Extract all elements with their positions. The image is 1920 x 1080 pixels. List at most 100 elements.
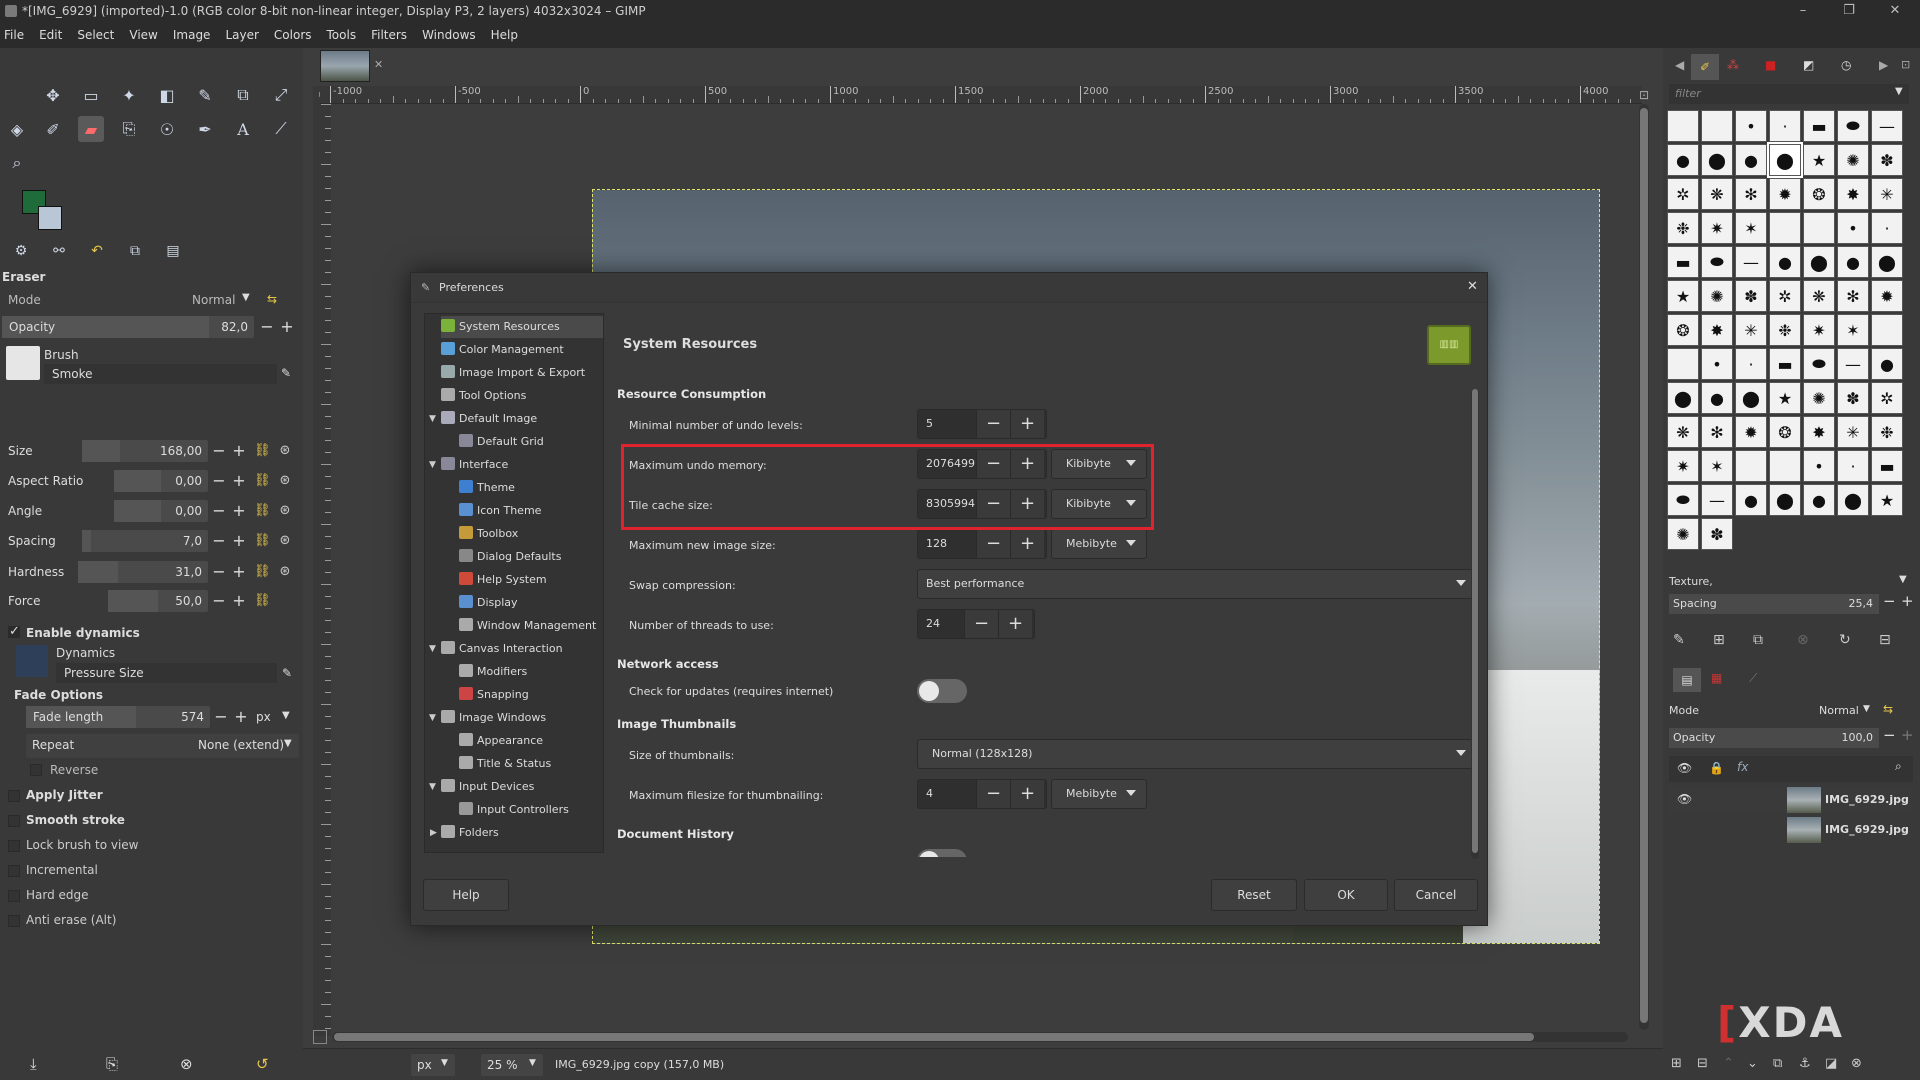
brush-thumbnail[interactable]: ✹ [1735, 416, 1767, 448]
layers-tab-icon[interactable]: ▤ [160, 238, 186, 264]
dynamics-name-field[interactable]: Pressure Size [56, 663, 277, 683]
layer-opacity-decrease-button[interactable]: − [1883, 726, 1896, 744]
brush-thumbnail[interactable]: ✻ [1735, 178, 1767, 210]
reset-link-icon[interactable]: ⛓ [254, 503, 271, 519]
reset-button[interactable]: Reset [1211, 879, 1297, 911]
brush-thumbnail[interactable]: ✸ [1837, 178, 1869, 210]
brush-thumbnail[interactable]: ✷ [1701, 212, 1733, 244]
move-tool-icon[interactable]: ✥ [40, 82, 66, 108]
prefs-scrollbar-thumb[interactable] [1472, 389, 1478, 853]
clone-tool-icon[interactable]: ⎘ [116, 116, 142, 142]
fade-length-slider[interactable]: Fade length 574 [26, 706, 210, 728]
thumbnail-filesize-value[interactable]: 4 [926, 780, 933, 808]
tree-item-appearance[interactable]: Appearance [459, 730, 543, 752]
spacing-increase-button[interactable]: + [1901, 592, 1914, 610]
brush-thumbnail[interactable]: ⬤ [1837, 484, 1869, 516]
layers-tab-icon[interactable]: ▤ [1673, 668, 1701, 692]
zoom-tool-icon[interactable]: ⌕ [4, 150, 30, 176]
brush-preview-icon[interactable] [6, 346, 40, 380]
decrease-button[interactable]: − [210, 532, 228, 550]
new-group-icon[interactable]: ⊟ [1697, 1056, 1708, 1071]
increase-button[interactable]: + [230, 442, 248, 460]
thumbnail-size-select[interactable]: Normal (128x128) [917, 739, 1477, 769]
image-tab-thumbnail[interactable] [320, 50, 370, 82]
tree-expander-icon[interactable]: ▶ [430, 828, 437, 838]
search-icon[interactable]: ⌕ [1895, 759, 1902, 774]
zoom-select[interactable]: 25 % ▼ [481, 1054, 543, 1076]
brush-thumbnail[interactable]: ● [1735, 144, 1767, 176]
cancel-button[interactable]: Cancel [1394, 879, 1478, 911]
brush-thumbnail[interactable]: ✶ [1701, 450, 1733, 482]
delete-layer-icon[interactable]: ⊗ [1851, 1056, 1862, 1071]
undo-levels-value[interactable]: 5 [926, 410, 933, 438]
brush-thumbnail[interactable]: • [1803, 450, 1835, 482]
brush-spacing-slider[interactable]: Spacing 25,4 [1669, 594, 1879, 614]
save-options-icon[interactable]: ⤓ [30, 1055, 37, 1073]
brush-thumbnail[interactable] [1871, 314, 1903, 346]
brush-thumbnail[interactable]: ✷ [1803, 314, 1835, 346]
reset-link-icon[interactable]: ⛓ [254, 473, 271, 489]
menu-view[interactable]: View [129, 28, 157, 42]
reset-link-icon[interactable]: ⛓ [254, 564, 271, 580]
tree-item-color-management[interactable]: Color Management [441, 339, 564, 361]
decrease-button[interactable]: − [210, 472, 228, 490]
decrease-button[interactable]: − [210, 442, 228, 460]
tree-item-modifiers[interactable]: Modifiers [459, 661, 527, 683]
repeat-select[interactable]: Repeat None (extend) ▼ [26, 734, 299, 758]
refresh-brushes-icon[interactable]: ↻ [1839, 632, 1851, 648]
brush-thumbnail[interactable]: ⬤ [1803, 246, 1835, 278]
brush-thumbnail[interactable]: ✺ [1803, 382, 1835, 414]
brush-name-field[interactable]: Smoke [44, 364, 277, 384]
brush-thumbnail[interactable]: — [1837, 348, 1869, 380]
close-icon[interactable]: ✕ [1467, 279, 1478, 294]
brush-thumbnail[interactable]: ● [1735, 484, 1767, 516]
increase-button[interactable]: + [230, 502, 248, 520]
lock-icon[interactable]: 🔒 [1709, 761, 1724, 775]
brush-thumbnail[interactable]: ✲ [1667, 178, 1699, 210]
tab-scroll-left-icon[interactable]: ◀ [1675, 58, 1684, 72]
reset-link-icon[interactable]: ⛓ [254, 533, 271, 549]
brush-thumbnail[interactable]: ✺ [1701, 280, 1733, 312]
color-picker-tool-icon[interactable]: ✎ [192, 82, 218, 108]
option-checkbox[interactable] [8, 915, 20, 927]
chevron-down-icon[interactable]: ▼ [1863, 704, 1870, 714]
open-folder-icon[interactable]: ⊟ [1879, 632, 1891, 648]
thumbnail-filesize-decrease-button[interactable]: − [976, 780, 1010, 808]
brush-thumbnail[interactable]: ✽ [1735, 280, 1767, 312]
brush-thumbnail[interactable] [1701, 110, 1733, 142]
mode-value[interactable]: Normal [192, 293, 235, 307]
max-image-size-increase-button[interactable]: + [1010, 530, 1044, 558]
tree-expander-icon[interactable]: ▼ [429, 414, 436, 424]
device-status-tab-icon[interactable]: ⚯ [46, 238, 72, 264]
brush-thumbnail[interactable]: ✳ [1871, 178, 1903, 210]
new-layer-icon[interactable]: ⊞ [1671, 1056, 1682, 1071]
brush-thumbnail[interactable]: · [1735, 348, 1767, 380]
brush-thumbnail[interactable]: ❉ [1667, 212, 1699, 244]
undo-history-tab-icon[interactable]: ↶ [84, 238, 110, 264]
increase-button[interactable]: + [230, 592, 248, 610]
brush-thumbnail[interactable]: ✷ [1667, 450, 1699, 482]
brush-thumbnail[interactable]: ⬬ [1667, 484, 1699, 516]
help-button[interactable]: Help [423, 879, 509, 911]
opacity-decrease-button[interactable]: − [258, 318, 276, 336]
brush-thumbnail[interactable]: ★ [1803, 144, 1835, 176]
thumbnail-filesize-spin[interactable]: 4 − + [917, 779, 1047, 809]
raise-layer-icon[interactable]: ⌃ [1723, 1056, 1734, 1071]
brush-thumbnail[interactable]: ● [1769, 246, 1801, 278]
vertical-scrollbar[interactable] [1639, 104, 1649, 1030]
brush-thumbnail[interactable]: · [1769, 110, 1801, 142]
threads-value[interactable]: 24 [926, 610, 940, 638]
dock-menu-icon[interactable]: ⊡ [1901, 58, 1910, 71]
tool-options-tab-icon[interactable]: ⚙ [8, 238, 34, 264]
tree-item-help-system[interactable]: Help System [459, 569, 547, 591]
menu-help[interactable]: Help [491, 28, 518, 42]
brush-thumbnail[interactable]: ⬬ [1701, 246, 1733, 278]
slider-track[interactable]: 31,0 [78, 561, 208, 583]
brush-thumbnail[interactable]: ★ [1769, 382, 1801, 414]
brush-thumbnail[interactable]: — [1871, 110, 1903, 142]
tree-item-image-import-export[interactable]: Image Import & Export [441, 362, 585, 384]
opacity-increase-button[interactable]: + [278, 318, 296, 336]
brush-thumbnail[interactable]: ✻ [1701, 416, 1733, 448]
brush-thumbnail[interactable]: ❂ [1667, 314, 1699, 346]
threads-increase-button[interactable]: + [998, 610, 1032, 638]
